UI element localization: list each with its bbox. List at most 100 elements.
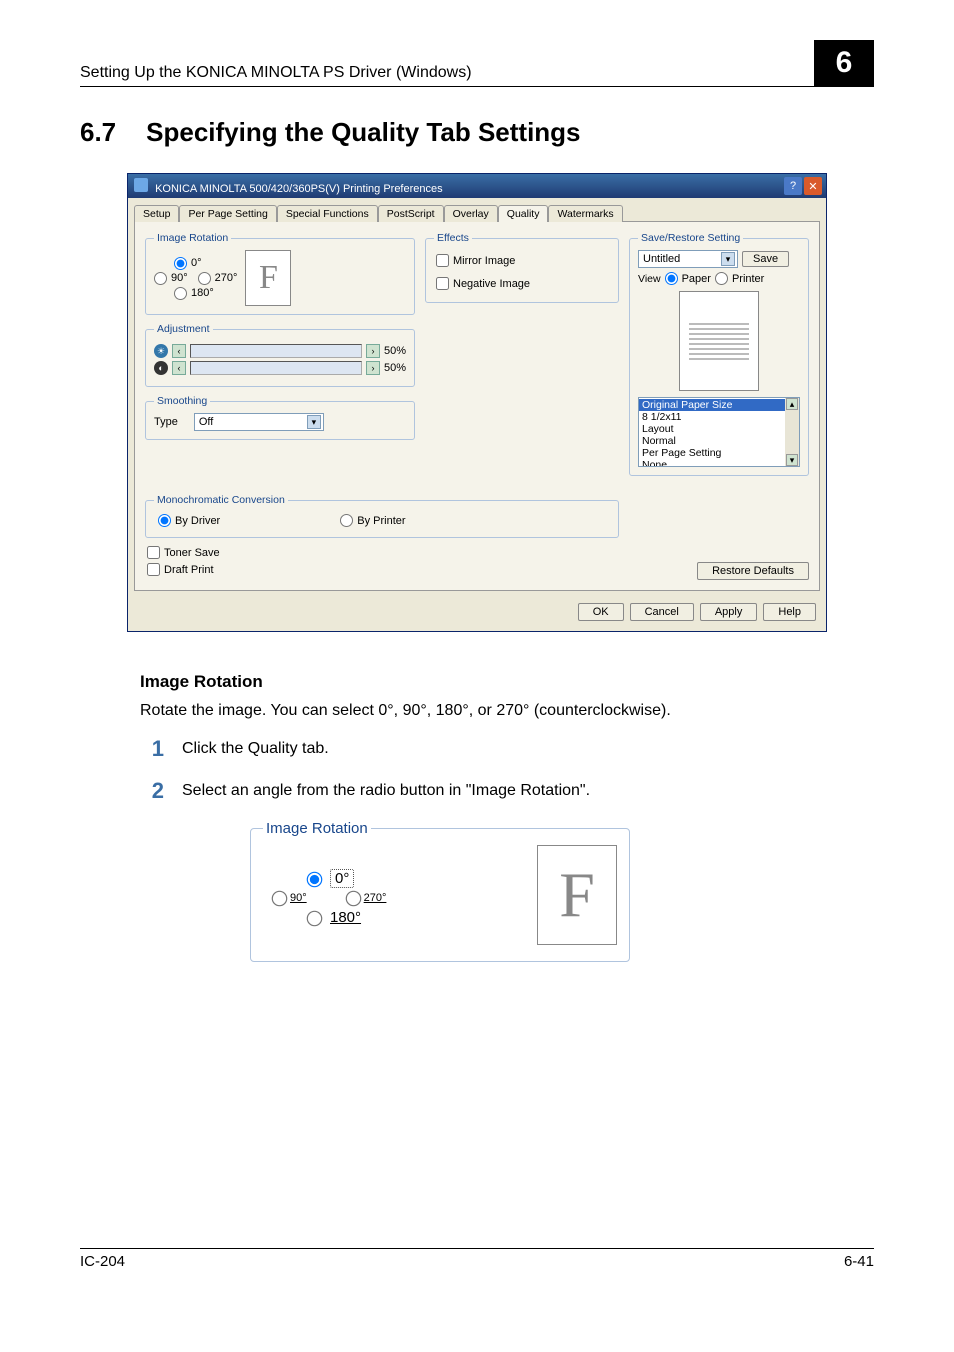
zoom-rot-270-input[interactable] [345, 890, 361, 906]
zoom-rot-0-input[interactable] [307, 872, 323, 888]
rotation-preview: F [245, 250, 291, 306]
list-item[interactable]: Layout [639, 423, 785, 435]
tab-postscript[interactable]: PostScript [378, 205, 444, 222]
cancel-button[interactable]: Cancel [630, 603, 694, 621]
by-driver-radio[interactable]: By Driver [158, 514, 220, 527]
save-button[interactable]: Save [742, 251, 789, 267]
dialog-title: KONICA MINOLTA 500/420/360PS(V) Printing… [155, 183, 443, 195]
restore-defaults-button[interactable]: Restore Defaults [697, 562, 809, 580]
tab-per-page[interactable]: Per Page Setting [179, 205, 276, 222]
rot-90-radio[interactable]: 90° [154, 272, 188, 285]
list-item[interactable]: Per Page Setting [639, 447, 785, 459]
step-text-1: Click the Quality tab. [182, 736, 329, 758]
tab-special[interactable]: Special Functions [277, 205, 378, 222]
image-rotation-legend: Image Rotation [154, 232, 231, 244]
toner-save-check[interactable]: Toner Save [147, 546, 617, 559]
step-number-2: 2 [140, 778, 164, 804]
rot-180-input[interactable] [174, 287, 187, 300]
by-printer-radio[interactable]: By Printer [340, 514, 405, 527]
negative-image-input[interactable] [436, 277, 449, 290]
zoom-preview: F [537, 845, 617, 945]
smoothing-type-combo[interactable]: Off ▾ [194, 413, 324, 431]
brightness-dec[interactable]: ‹ [172, 344, 186, 358]
smoothing-group: Smoothing Type Off ▾ [145, 395, 415, 440]
setting-name-combo[interactable]: Untitled ▾ [638, 250, 738, 268]
tab-overlay[interactable]: Overlay [444, 205, 498, 222]
mirror-image-input[interactable] [436, 254, 449, 267]
footer-left: IC-204 [80, 1253, 125, 1270]
adjustment-group: Adjustment ☀ ‹ › 50% ◐ ‹ › 50% [145, 323, 415, 387]
view-label: View [638, 273, 661, 285]
tabs: Setup Per Page Setting Special Functions… [128, 198, 826, 221]
section-heading: 6.7 Specifying the Quality Tab Settings [80, 117, 874, 148]
help-button[interactable]: Help [763, 603, 816, 621]
contrast-icon: ◐ [154, 361, 168, 375]
zoom-rot-90-input[interactable] [272, 890, 288, 906]
negative-image-check[interactable]: Negative Image [436, 277, 608, 290]
contrast-track[interactable] [190, 361, 362, 375]
tab-quality[interactable]: Quality [498, 205, 549, 222]
paragraph: Rotate the image. You can select 0°, 90°… [140, 702, 874, 720]
smoothing-type-value: Off [199, 416, 213, 428]
draft-print-check[interactable]: Draft Print [147, 563, 617, 576]
rot-180-radio[interactable]: 180° [174, 287, 237, 300]
view-printer-radio[interactable]: Printer [715, 272, 764, 285]
subheading: Image Rotation [140, 672, 874, 692]
brightness-icon: ☀ [154, 344, 168, 358]
chapter-number: 6 [814, 40, 874, 86]
tab-watermarks[interactable]: Watermarks [548, 205, 622, 222]
zoom-rot-90-radio[interactable]: 90° [273, 892, 307, 905]
contrast-inc[interactable]: › [366, 361, 380, 375]
list-item[interactable]: Normal [639, 435, 785, 447]
step-number-1: 1 [140, 736, 164, 762]
adjustment-legend: Adjustment [154, 323, 213, 335]
rot-270-radio[interactable]: 270° [198, 272, 238, 285]
listbox-scrollbar[interactable]: ▴▾ [785, 398, 799, 466]
section-number: 6.7 [80, 117, 116, 148]
brightness-value: 50% [384, 345, 406, 357]
dialog-buttons: OK Cancel Apply Help [128, 597, 826, 631]
list-item[interactable]: None [639, 459, 785, 467]
contrast-value: 50% [384, 362, 406, 374]
view-printer-input[interactable] [715, 272, 728, 285]
monochromatic-legend: Monochromatic Conversion [154, 494, 288, 506]
running-header: Setting Up the KONICA MINOLTA PS Driver … [80, 64, 472, 82]
view-paper-input[interactable] [665, 272, 678, 285]
effects-legend: Effects [434, 232, 472, 244]
smoothing-type-label: Type [154, 416, 178, 428]
brightness-inc[interactable]: › [366, 344, 380, 358]
chevron-down-icon[interactable]: ▾ [721, 252, 735, 266]
rot-0-input[interactable] [174, 257, 187, 270]
rot-0-radio[interactable]: 0° [174, 257, 237, 270]
effects-group: Effects Mirror Image Negative Image [425, 232, 619, 303]
section-title: Specifying the Quality Tab Settings [146, 117, 580, 148]
save-restore-group: Save/Restore Setting Untitled ▾ Save Vie… [629, 232, 809, 476]
save-restore-legend: Save/Restore Setting [638, 232, 743, 244]
by-driver-input[interactable] [158, 514, 171, 527]
help-titlebar-button[interactable]: ? [784, 177, 802, 195]
step-text-2: Select an angle from the radio button in… [182, 778, 590, 800]
chevron-down-icon[interactable]: ▾ [307, 415, 321, 429]
mirror-image-check[interactable]: Mirror Image [436, 254, 608, 267]
close-titlebar-button[interactable]: ✕ [804, 177, 822, 195]
rot-270-input[interactable] [198, 272, 211, 285]
zoom-rot-270-radio[interactable]: 270° [347, 892, 387, 905]
ok-button[interactable]: OK [578, 603, 624, 621]
tab-setup[interactable]: Setup [134, 205, 179, 222]
zoom-rot-180-input[interactable] [307, 911, 323, 927]
settings-listbox[interactable]: Original Paper Size 8 1/2x11 Layout Norm… [638, 397, 800, 467]
contrast-dec[interactable]: ‹ [172, 361, 186, 375]
apply-button[interactable]: Apply [700, 603, 758, 621]
brightness-track[interactable] [190, 344, 362, 358]
draft-print-input[interactable] [147, 563, 160, 576]
list-item[interactable]: Original Paper Size [639, 399, 785, 411]
dialog-titlebar: KONICA MINOLTA 500/420/360PS(V) Printing… [128, 174, 826, 198]
list-item[interactable]: 8 1/2x11 [639, 411, 785, 423]
image-rotation-group: Image Rotation 0° 90° [145, 232, 415, 315]
zoom-legend: Image Rotation [263, 820, 371, 837]
by-printer-input[interactable] [340, 514, 353, 527]
rot-90-input[interactable] [154, 272, 167, 285]
view-paper-radio[interactable]: Paper [665, 272, 711, 285]
toner-save-input[interactable] [147, 546, 160, 559]
image-rotation-zoom: Image Rotation 0° 90° 270° [250, 820, 630, 962]
